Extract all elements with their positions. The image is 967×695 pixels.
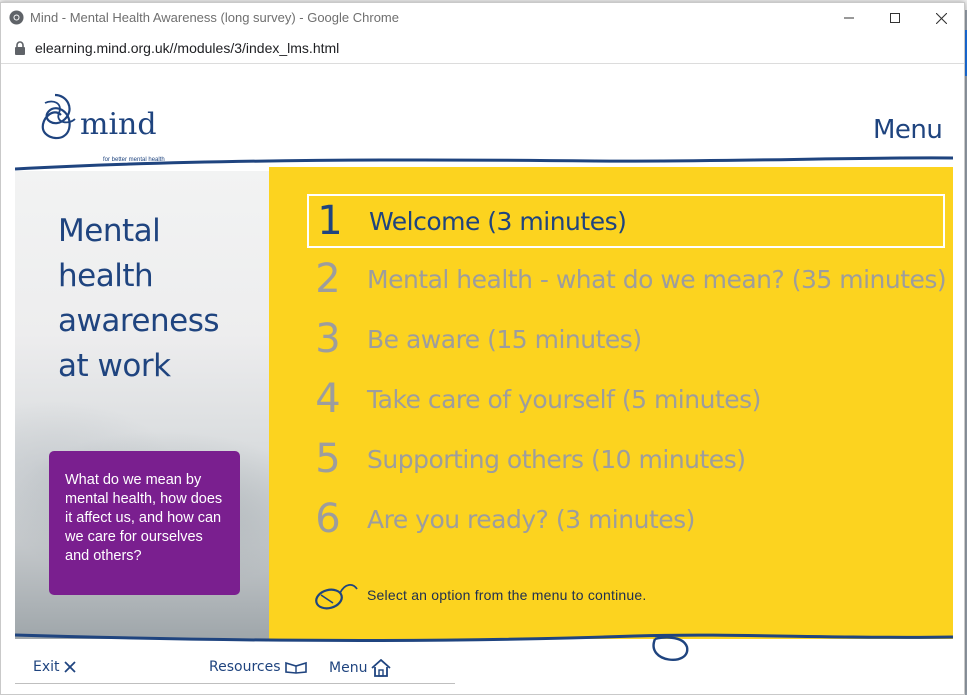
url-text[interactable]: elearning.mind.org.uk//modules/3/index_l… bbox=[35, 40, 339, 56]
resources-button[interactable]: Resources bbox=[209, 659, 307, 675]
minimize-icon bbox=[844, 17, 854, 19]
module-number: 2 bbox=[315, 256, 341, 302]
module-item-6[interactable]: 6 Are you ready? (3 minutes) bbox=[307, 494, 695, 544]
module-number: 3 bbox=[315, 316, 341, 362]
module-item-5[interactable]: 5 Supporting others (10 minutes) bbox=[307, 434, 746, 484]
module-label: Take care of yourself (5 minutes) bbox=[367, 384, 761, 414]
exit-button[interactable]: Exit bbox=[33, 659, 76, 675]
browser-window: Mind - Mental Health Awareness (long sur… bbox=[0, 2, 965, 695]
menu-button[interactable]: Menu bbox=[329, 659, 392, 677]
instruction-text: Select an option from the menu to contin… bbox=[367, 587, 647, 603]
menu-link-top[interactable]: Menu bbox=[873, 115, 943, 145]
module-item-3[interactable]: 3 Be aware (15 minutes) bbox=[307, 314, 642, 364]
mind-logo[interactable]: mind for better mental health bbox=[35, 89, 175, 163]
module-number: 4 bbox=[315, 376, 341, 422]
course-title: Mental health awareness at work bbox=[58, 209, 248, 389]
course-content: mind for better mental health Menu Menta… bbox=[15, 71, 953, 687]
maximize-icon bbox=[890, 13, 900, 23]
module-label: Supporting others (10 minutes) bbox=[367, 444, 746, 474]
logo-wordmark: mind bbox=[80, 107, 157, 142]
promo-text: What do we mean by mental health, how do… bbox=[65, 472, 223, 564]
module-label: Be aware (15 minutes) bbox=[367, 324, 642, 354]
minimize-button[interactable] bbox=[826, 3, 872, 33]
logo-swirl-icon bbox=[41, 93, 76, 140]
title-bar: Mind - Mental Health Awareness (long sur… bbox=[1, 3, 964, 33]
maximize-button[interactable] bbox=[872, 3, 918, 33]
chrome-icon bbox=[9, 10, 24, 25]
logo-tagline: for better mental health bbox=[103, 157, 165, 163]
module-item-4[interactable]: 4 Take care of yourself (5 minutes) bbox=[307, 374, 761, 424]
address-bar[interactable]: elearning.mind.org.uk//modules/3/index_l… bbox=[1, 33, 964, 64]
close-x-icon bbox=[63, 661, 76, 673]
course-title-line: Mental bbox=[58, 213, 161, 249]
module-label: Are you ready? (3 minutes) bbox=[367, 504, 695, 534]
close-button[interactable] bbox=[918, 3, 964, 33]
exit-label: Exit bbox=[33, 659, 60, 675]
module-label: Mental health - what do we mean? (35 min… bbox=[367, 264, 947, 294]
window-title: Mind - Mental Health Awareness (long sur… bbox=[30, 10, 399, 25]
course-title-line: awareness bbox=[58, 303, 220, 339]
menu-label: Menu bbox=[329, 660, 368, 676]
module-number: 6 bbox=[315, 496, 341, 542]
footer-divider bbox=[15, 683, 455, 684]
course-title-line: health bbox=[58, 258, 154, 294]
home-icon bbox=[371, 659, 392, 677]
instruction: Select an option from the menu to contin… bbox=[313, 579, 646, 611]
footer-bar: Exit Resources Menu bbox=[15, 633, 953, 687]
course-title-line: at work bbox=[58, 348, 171, 384]
lock-icon bbox=[15, 41, 25, 55]
module-item-1[interactable]: 1 Welcome (3 minutes) bbox=[307, 194, 945, 248]
module-item-2[interactable]: 2 Mental health - what do we mean? (35 m… bbox=[307, 254, 946, 304]
promo-box: What do we mean by mental health, how do… bbox=[49, 451, 240, 595]
book-icon bbox=[284, 661, 307, 674]
close-icon bbox=[935, 12, 947, 24]
module-number: 1 bbox=[317, 198, 343, 244]
mouse-icon bbox=[315, 584, 358, 610]
footer-wave-divider bbox=[15, 633, 953, 661]
module-label: Welcome (3 minutes) bbox=[369, 206, 627, 236]
resources-label: Resources bbox=[209, 659, 281, 675]
module-number: 5 bbox=[315, 436, 341, 482]
